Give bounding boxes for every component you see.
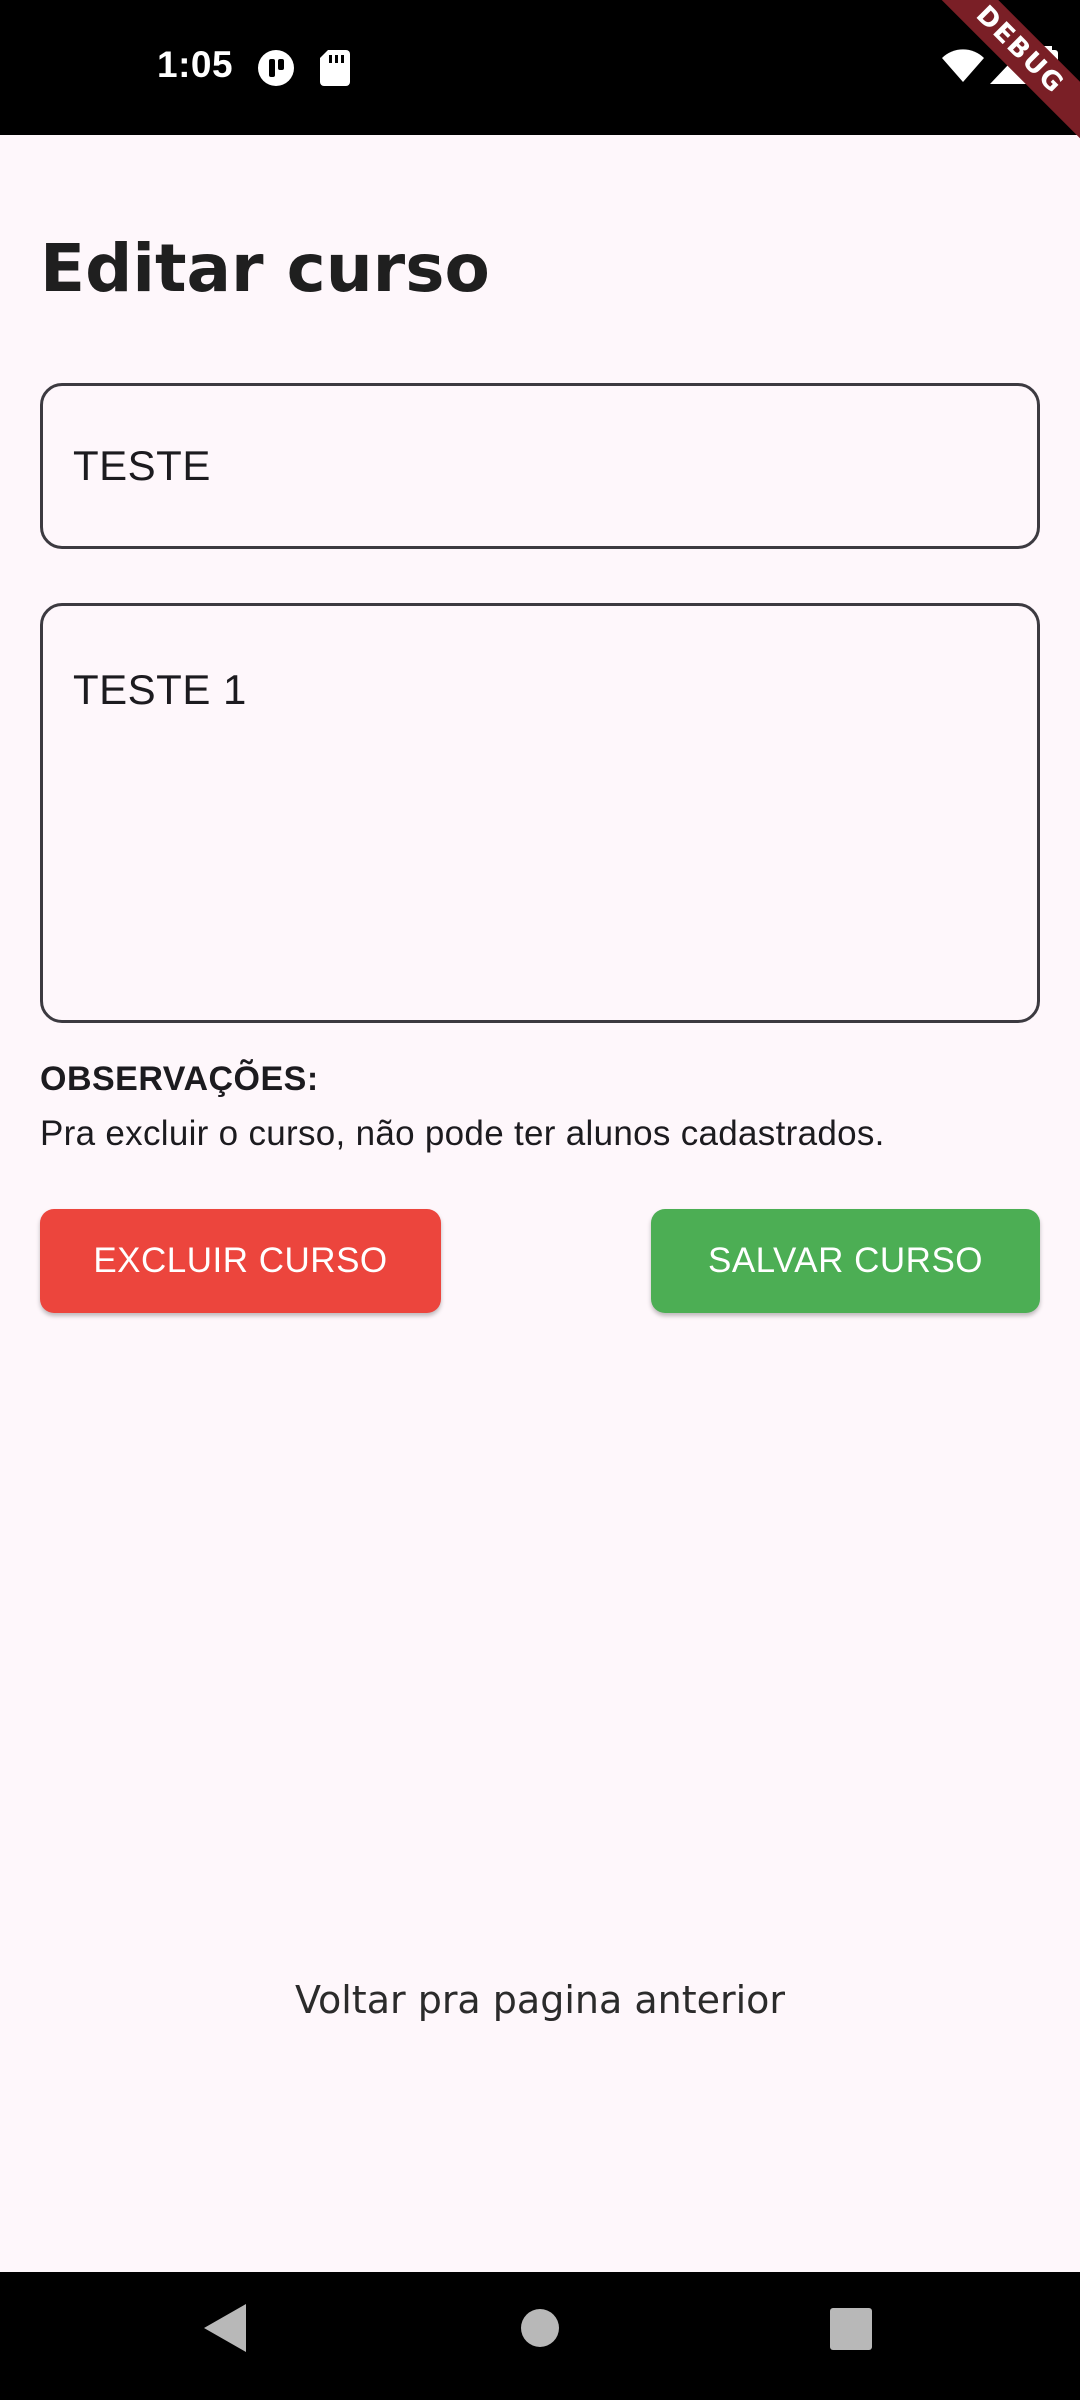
home-icon[interactable] <box>520 2308 560 2353</box>
sd-card-icon <box>320 50 350 91</box>
back-icon[interactable] <box>204 2304 246 2357</box>
course-description-field[interactable]: TESTE 1 <box>40 603 1040 1023</box>
status-time: 1:05 <box>157 44 234 85</box>
course-description-value: TESTE 1 <box>73 666 247 713</box>
wifi-icon <box>942 48 984 89</box>
delete-course-label: EXCLUIR CURSO <box>93 1241 388 1280</box>
save-course-label: SALVAR CURSO <box>707 1241 984 1280</box>
save-course-button[interactable]: SALVAR CURSO <box>651 1209 1040 1313</box>
screen: 1:05 DEBUG Editar curso TESTE TESTE 1 OB… <box>0 0 1080 2400</box>
observations-text: Pra excluir o curso, não pode ter alunos… <box>40 1114 885 1153</box>
back-to-previous-link[interactable]: Voltar pra pagina anterior <box>0 1978 1080 2022</box>
course-name-value: TESTE <box>73 442 211 489</box>
recents-icon[interactable] <box>830 2308 872 2355</box>
observations-heading: OBSERVAÇÕES: <box>40 1060 319 1098</box>
page-title: Editar curso <box>40 230 490 307</box>
app-indicator-icon <box>257 49 295 92</box>
status-bar: 1:05 DEBUG <box>0 0 1080 157</box>
navigation-bar <box>0 2272 1080 2400</box>
delete-course-button[interactable]: EXCLUIR CURSO <box>40 1209 441 1313</box>
course-name-field[interactable]: TESTE <box>40 383 1040 549</box>
